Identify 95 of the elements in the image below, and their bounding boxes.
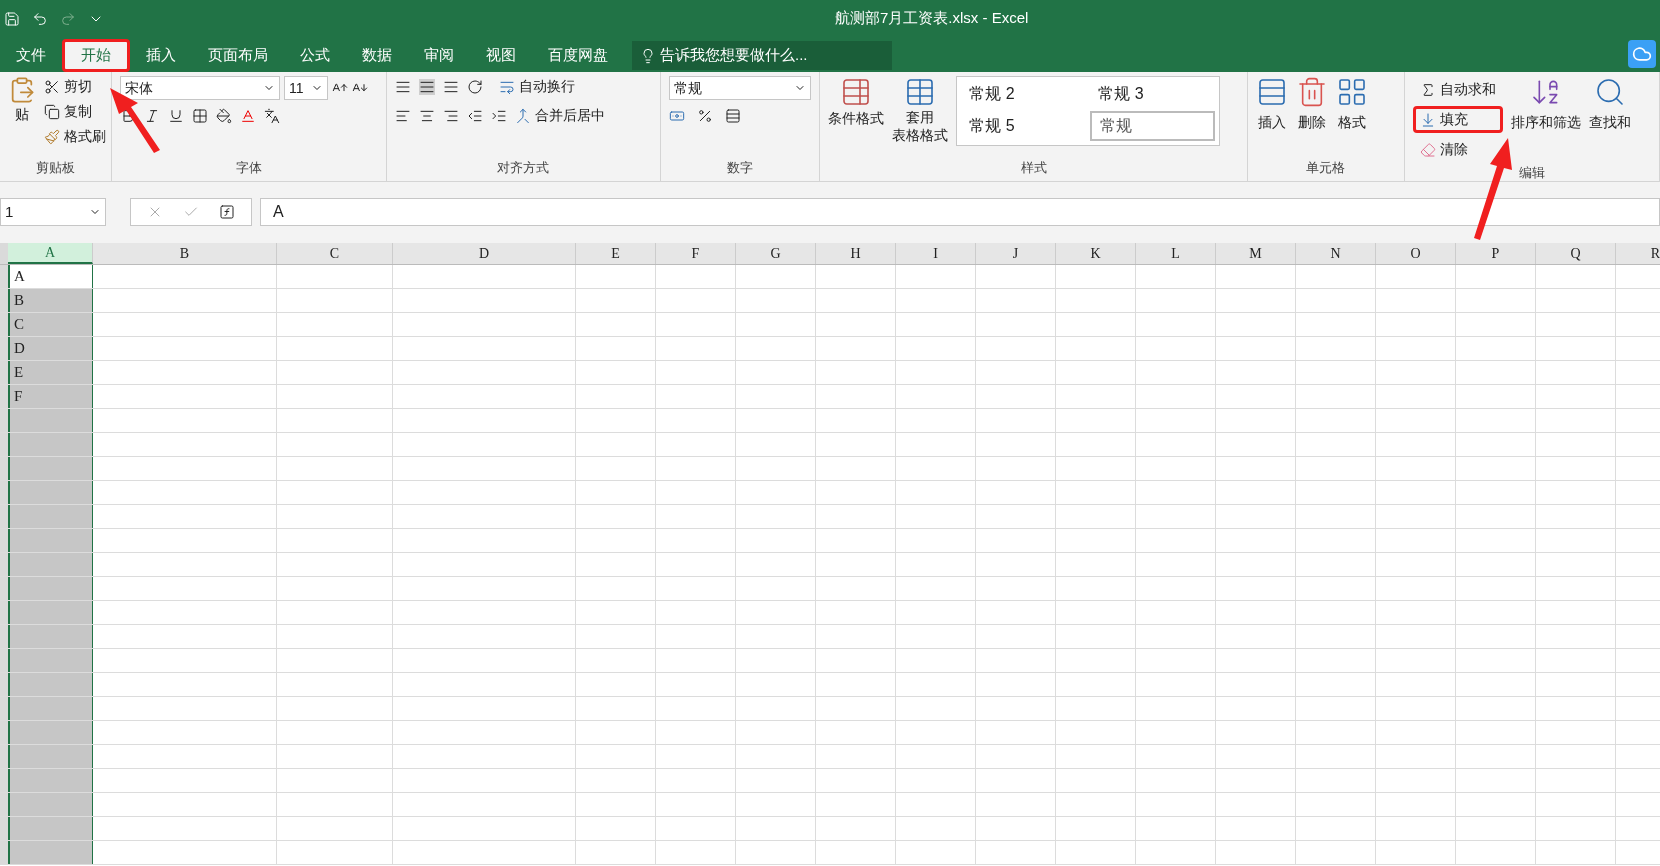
window-title: 航测部7月工资表.xlsx - Excel <box>835 8 1029 29</box>
name-box[interactable]: 1 <box>0 198 106 226</box>
paste-button[interactable]: 贴 <box>8 76 36 158</box>
ribbon-tab[interactable]: 公式 <box>284 39 346 72</box>
column-header[interactable]: F <box>656 243 736 264</box>
number-format-field[interactable]: 常规 <box>669 76 812 100</box>
group-label: 单元格 <box>1306 158 1346 177</box>
column-header[interactable]: K <box>1056 243 1136 264</box>
undo-icon[interactable] <box>32 10 48 27</box>
search-placeholder: 告诉我您想要做什么... <box>660 45 808 66</box>
clipboard-button[interactable]: 剪切 <box>44 76 106 97</box>
column-header[interactable]: D <box>393 243 576 264</box>
cell-style[interactable]: 常规 3 <box>1090 81 1216 107</box>
conditional-format-button[interactable]: 条件格式 <box>828 76 885 158</box>
cells-button[interactable]: 插入 <box>1256 76 1288 158</box>
ribbon-tab[interactable]: 数据 <box>346 39 408 72</box>
clipboard-button[interactable]: 格式刷 <box>44 126 106 147</box>
cell[interactable]: D <box>8 337 93 360</box>
select-all-corner[interactable] <box>0 243 8 264</box>
phonetic-icon[interactable] <box>264 108 280 124</box>
cells-button[interactable]: 格式 <box>1336 76 1368 158</box>
group-label: 字体 <box>235 158 262 177</box>
ribbon-tab[interactable]: 插入 <box>130 39 192 72</box>
column-header[interactable]: N <box>1296 243 1376 264</box>
group-label: 剪贴板 <box>36 158 75 177</box>
italic-icon[interactable] <box>144 108 160 124</box>
ribbon-tab[interactable]: 百度网盘 <box>532 39 624 72</box>
column-header[interactable]: I <box>896 243 976 264</box>
column-header[interactable]: A <box>8 243 93 264</box>
wrap-text-button[interactable]: 自动换行 <box>498 76 575 97</box>
cell[interactable]: E <box>8 361 93 384</box>
merge-icon <box>514 107 531 124</box>
group-label: 样式 <box>1020 158 1047 177</box>
column-header[interactable]: C <box>277 243 393 264</box>
column-header[interactable]: M <box>1216 243 1296 264</box>
editing-button[interactable]: 填充 <box>1412 106 1503 133</box>
column-header[interactable]: O <box>1376 243 1456 264</box>
editing-large-button[interactable]: 查找和 <box>1588 76 1631 163</box>
search-field[interactable]: 告诉我您想要做什么... <box>632 41 892 70</box>
grid-icon <box>1336 76 1368 108</box>
column-header[interactable]: B <box>93 243 277 264</box>
row-header[interactable] <box>0 265 8 288</box>
group-label: 对齐方式 <box>497 158 550 177</box>
ribbon-tab[interactable]: 文件 <box>0 39 62 72</box>
font-name-field[interactable]: 宋体 <box>120 76 280 100</box>
cell-style[interactable]: 常规 <box>1090 111 1216 141</box>
ribbon-tab[interactable]: 页面布局 <box>192 39 284 72</box>
percent-icon[interactable] <box>697 108 714 124</box>
currency-icon[interactable] <box>669 108 686 124</box>
function-icon[interactable] <box>219 204 235 220</box>
clipboard-button[interactable]: 复制 <box>44 101 106 122</box>
font-color-icon[interactable] <box>240 108 256 124</box>
eraser-icon <box>1419 141 1436 158</box>
format-as-table-button[interactable]: 套用 表格格式 <box>892 76 949 158</box>
editing-large-button[interactable]: 排序和筛选 <box>1510 76 1581 163</box>
ribbon-tab[interactable]: 开始 <box>62 39 130 72</box>
copy-icon <box>44 103 60 120</box>
column-header[interactable]: H <box>816 243 896 264</box>
decimal-icon[interactable] <box>725 108 742 124</box>
editing-button[interactable]: 清除 <box>1412 136 1503 163</box>
merge-center-button[interactable]: 合并后居中 <box>514 105 605 126</box>
cell-style[interactable]: 常规 2 <box>961 81 1087 107</box>
underline-icon[interactable] <box>168 108 184 124</box>
insert-icon <box>1256 76 1288 108</box>
border-icon[interactable] <box>192 108 208 124</box>
cell-style[interactable]: 常规 5 <box>961 111 1087 141</box>
save-icon[interactable] <box>4 10 20 27</box>
column-header[interactable]: L <box>1136 243 1216 264</box>
redo-icon[interactable] <box>60 10 76 27</box>
column-header[interactable]: J <box>976 243 1056 264</box>
fill-color-icon[interactable] <box>216 108 232 124</box>
cell[interactable]: C <box>8 313 93 336</box>
editing-button[interactable]: 自动求和 <box>1412 76 1503 103</box>
column-header[interactable]: P <box>1456 243 1536 264</box>
font-size-field[interactable]: 11 <box>284 76 328 100</box>
column-header[interactable]: R <box>1616 243 1660 264</box>
scissors-icon <box>44 78 60 95</box>
trash-icon <box>1296 76 1328 108</box>
column-header[interactable]: E <box>576 243 656 264</box>
align-middle-icon[interactable] <box>418 78 435 95</box>
orientation-icon[interactable] <box>466 78 483 95</box>
ribbon-tab[interactable]: 视图 <box>470 39 532 72</box>
group-label: 编辑 <box>1518 164 1545 182</box>
cell[interactable]: F <box>8 385 93 408</box>
cloud-icon[interactable] <box>1628 40 1656 68</box>
lightbulb-icon <box>640 47 656 64</box>
brush-icon <box>44 128 60 145</box>
row-header[interactable] <box>0 841 8 864</box>
formula-field[interactable]: A <box>260 198 1660 226</box>
ribbon-tab[interactable]: 审阅 <box>408 39 470 72</box>
column-header[interactable]: Q <box>1536 243 1616 264</box>
group-label: 数字 <box>727 158 754 177</box>
column-header[interactable]: G <box>736 243 816 264</box>
cells-button[interactable]: 删除 <box>1296 76 1328 158</box>
cell[interactable]: B <box>8 289 93 312</box>
